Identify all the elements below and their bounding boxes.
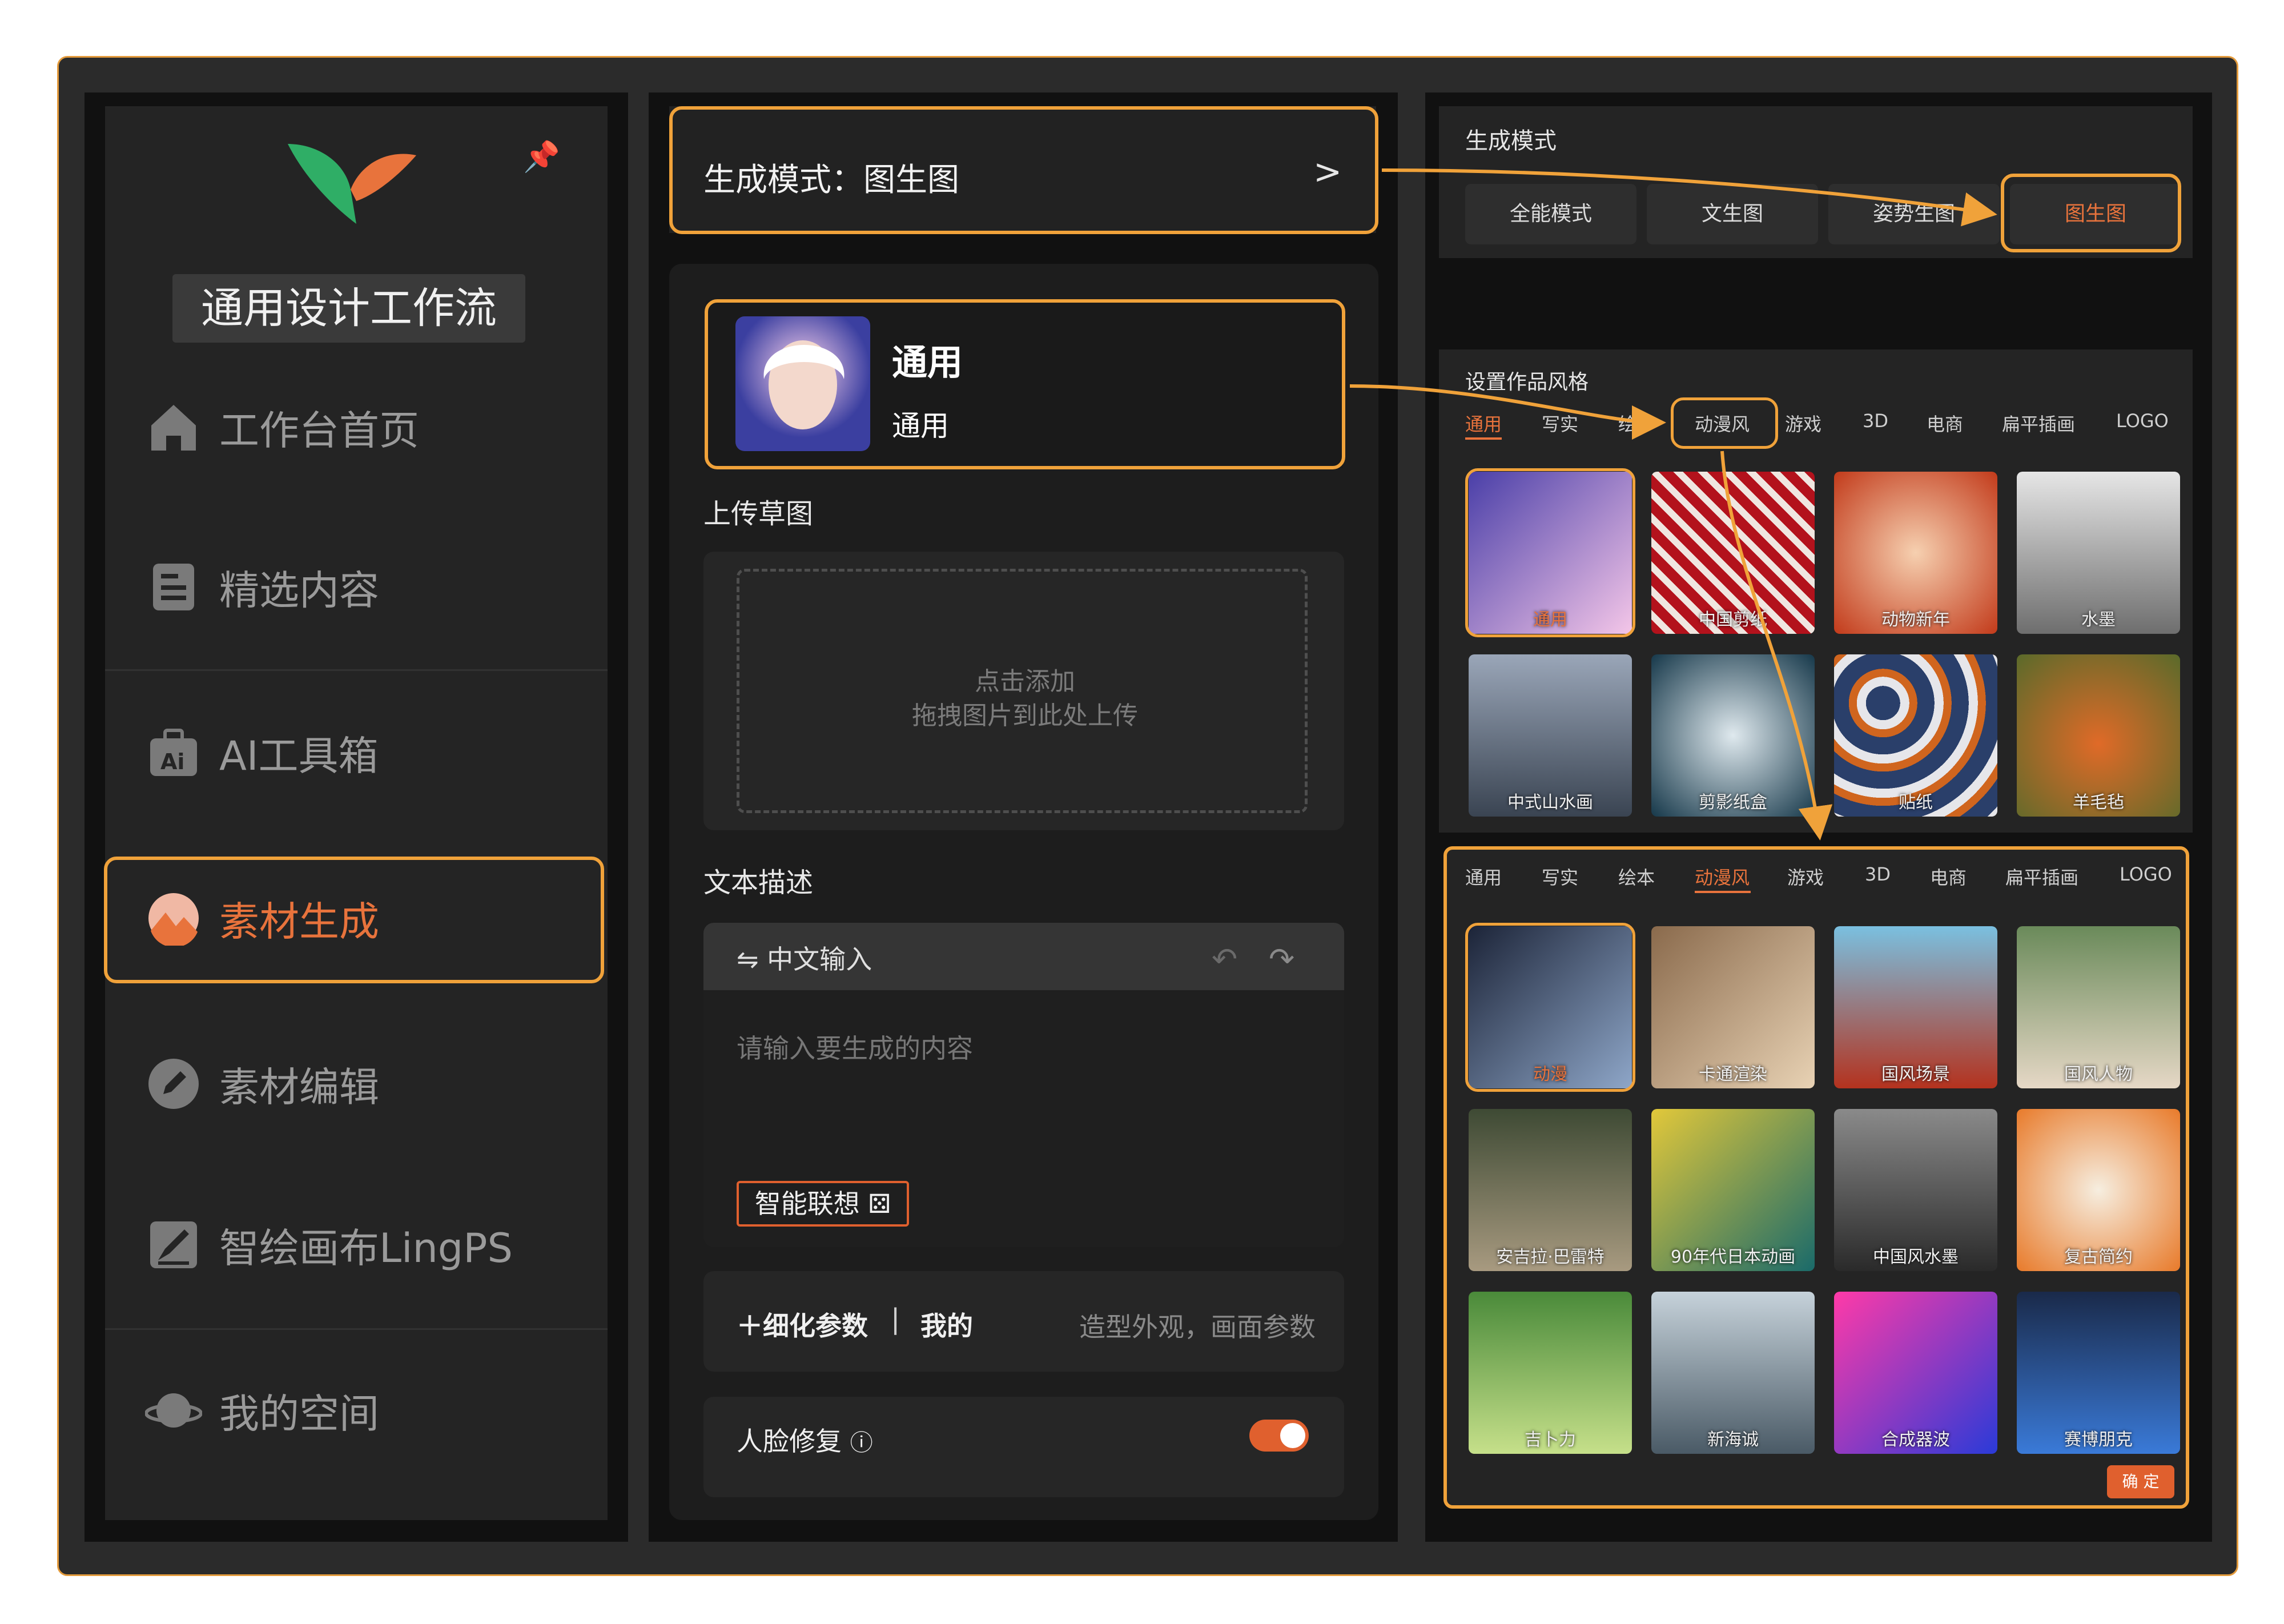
annotation-arrows bbox=[1349, 168, 1997, 841]
